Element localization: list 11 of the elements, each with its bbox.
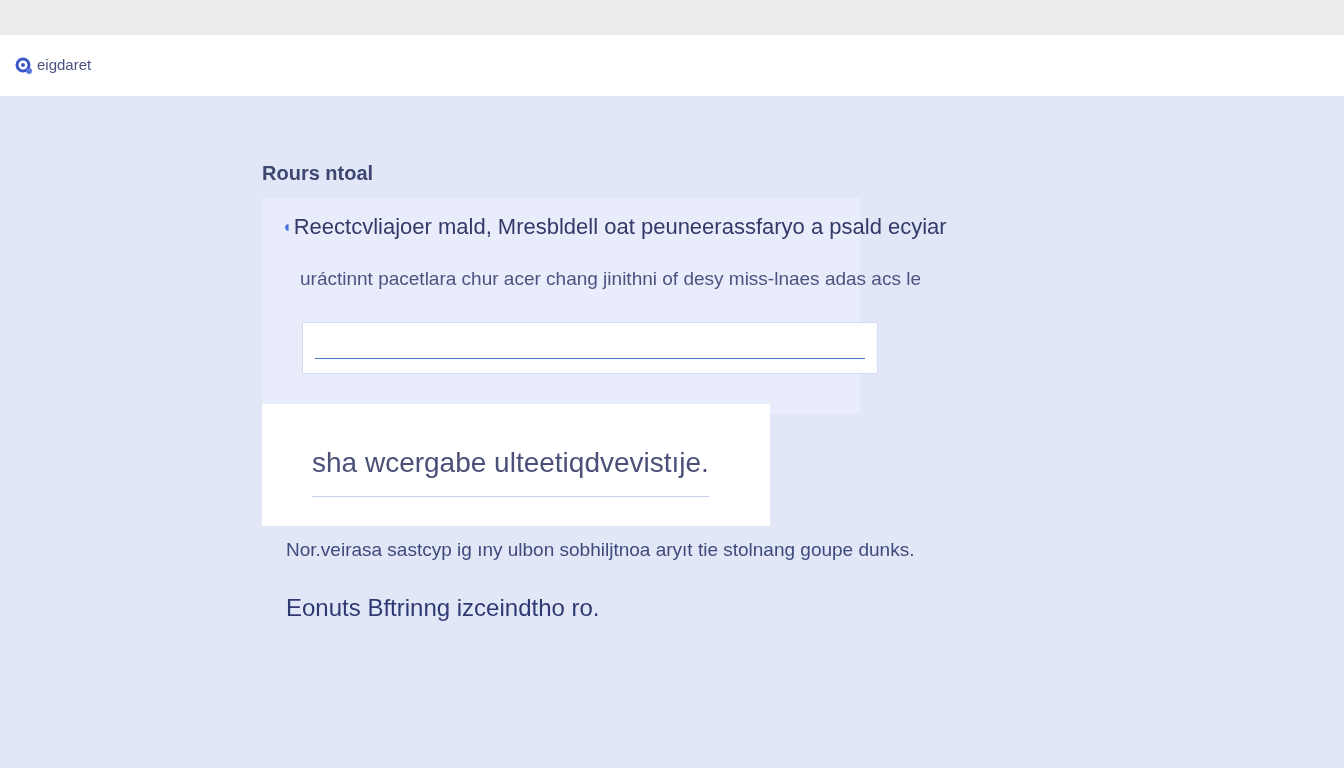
hint-text: uráctinnt pacetlara chur acer chang jinithni of desy miss-lnaes adas acs le bbox=[300, 267, 921, 291]
answer-field[interactable] bbox=[302, 321, 878, 374]
section-title: Rours ntoal bbox=[262, 161, 375, 186]
footer-text: Eonuts Bftrinng izceindtho ro. bbox=[286, 593, 600, 623]
question-text: Reectcvliajoer mald, Mresbldell oat peuneerassfaryo a psald ecyiar bbox=[293, 213, 947, 241]
response-text: sha wcergabe ulteetiqdvevistıje. bbox=[312, 447, 709, 478]
brand-name: eigdaret bbox=[37, 55, 92, 76]
logo-icon bbox=[15, 56, 33, 75]
note-text: Nor.veirasa sastcyp ig ıny ulbon sobhiljtnoa aryıt tie stolnang goupe dunks. bbox=[286, 537, 915, 562]
response-box[interactable]: sha wcergabe ulteetiqdvevistıje. bbox=[262, 403, 770, 526]
bullet-icon: ◖ bbox=[282, 214, 292, 239]
